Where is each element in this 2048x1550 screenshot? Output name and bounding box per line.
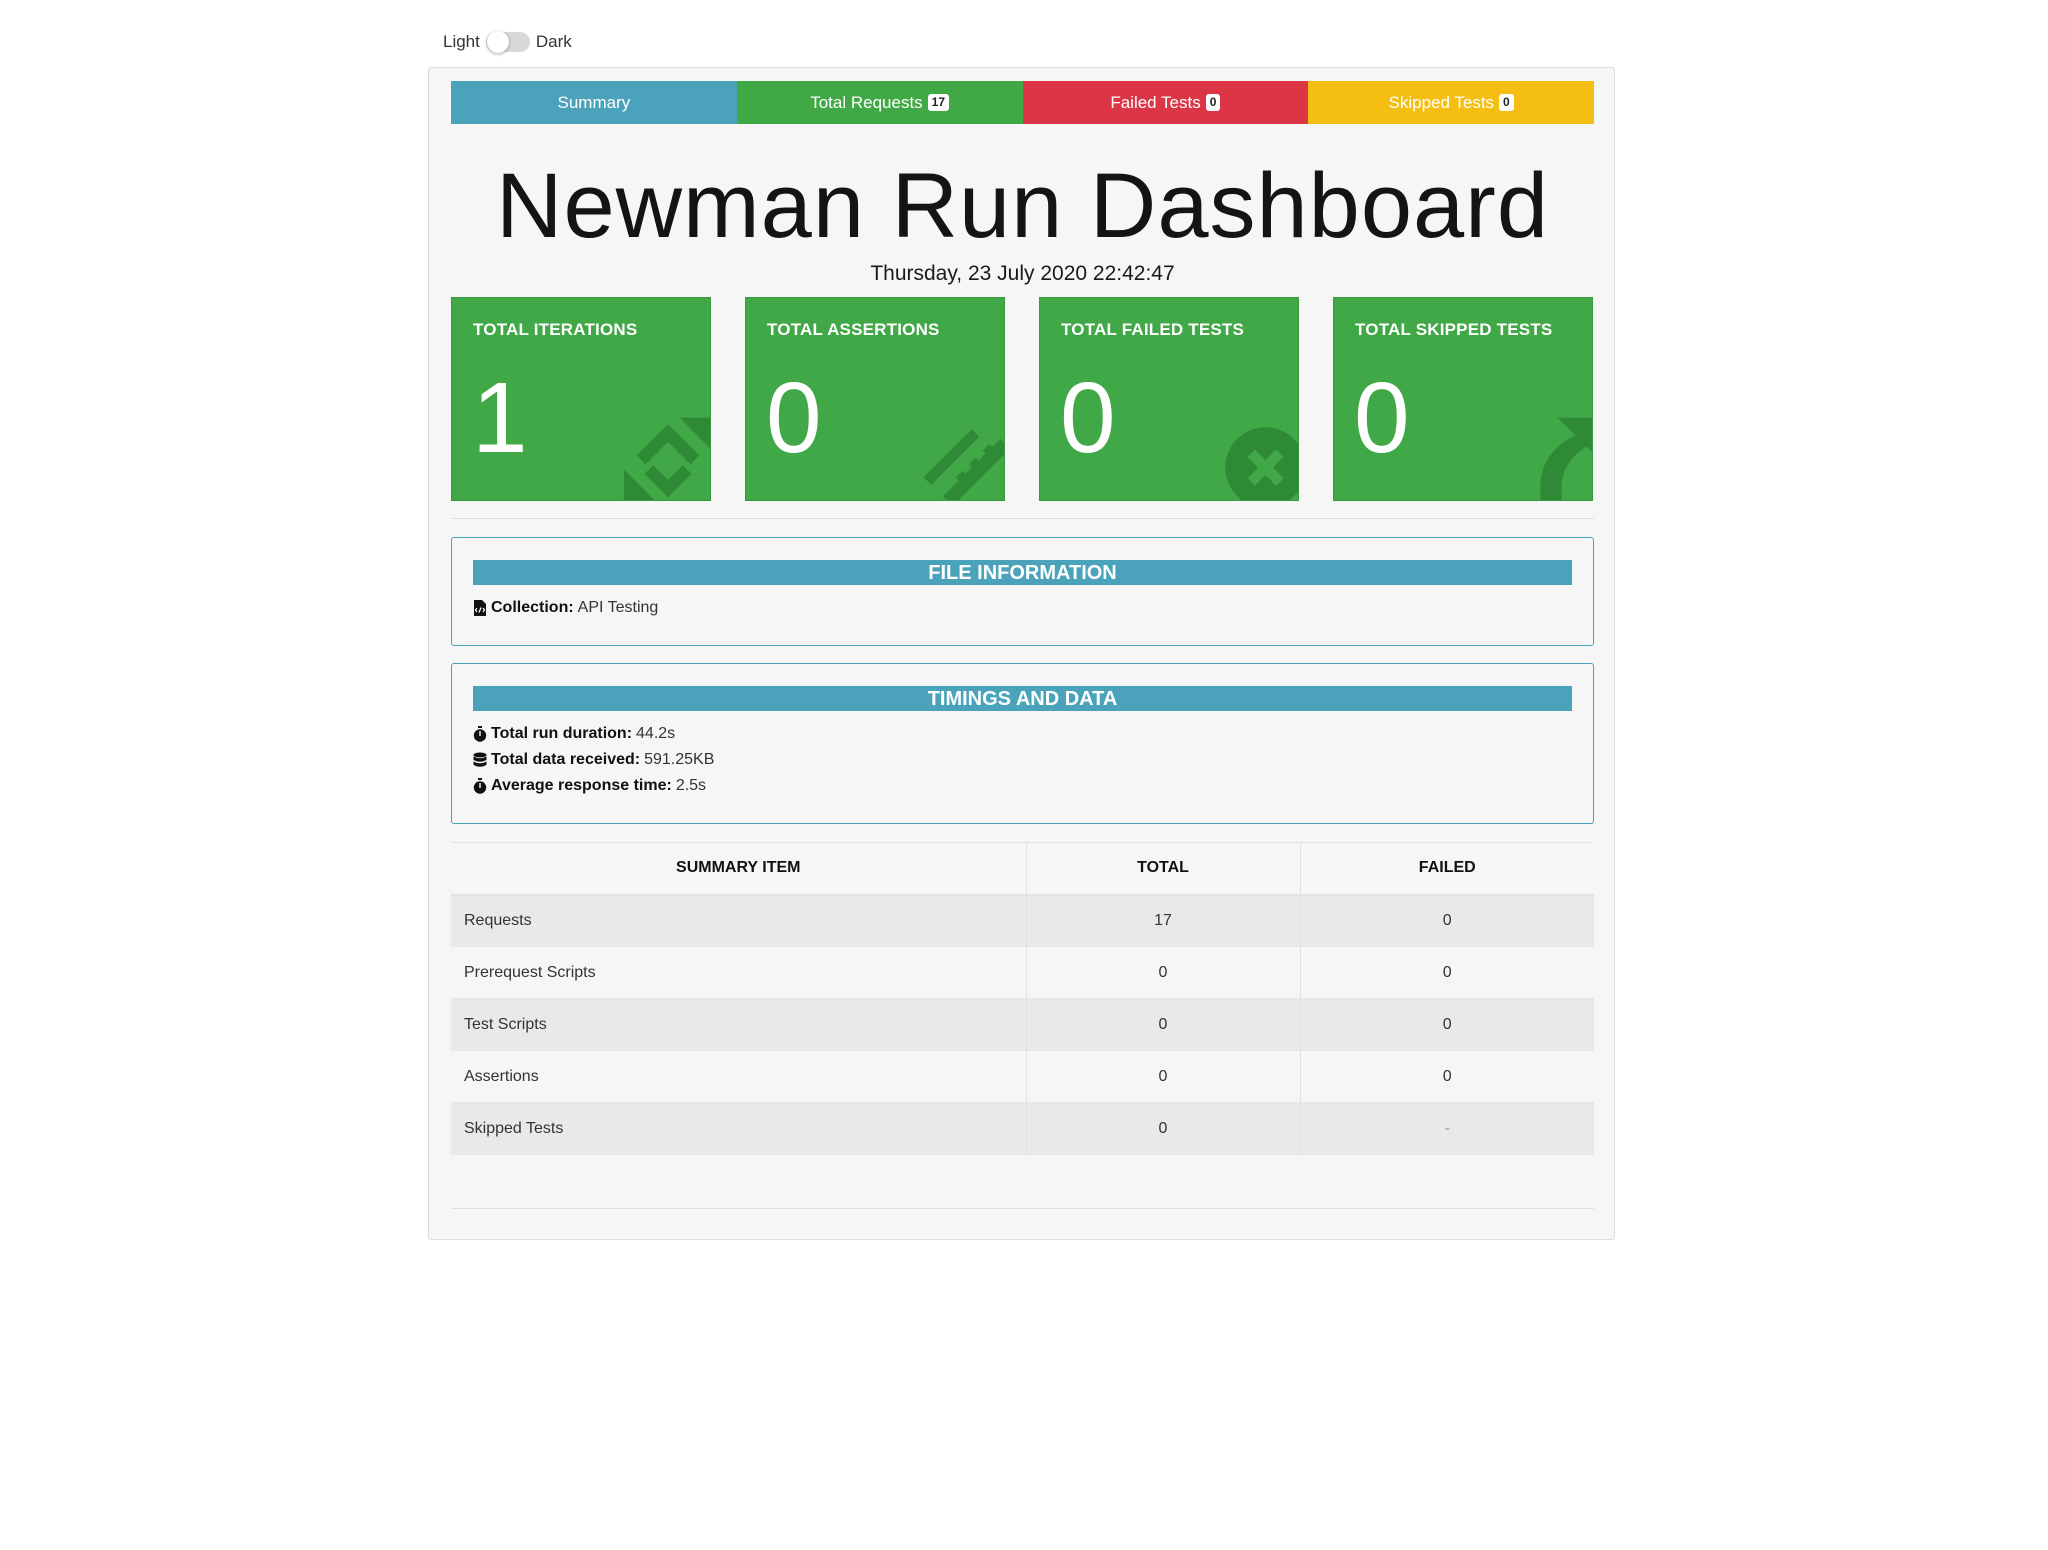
cell-failed: 0 xyxy=(1300,1050,1594,1103)
collection-row: Collection: API Testing xyxy=(473,599,658,617)
table-row: Requests 17 0 xyxy=(451,894,1594,947)
skipped-count-badge: 0 xyxy=(1499,94,1514,111)
file-information-heading: FILE INFORMATION xyxy=(473,560,1572,585)
section-divider xyxy=(451,518,1594,519)
timings-data-panel: TIMINGS AND DATA Total run duration: 44.… xyxy=(451,663,1594,824)
tab-skipped-tests-label: Skipped Tests xyxy=(1388,92,1495,112)
tab-failed-tests-label: Failed Tests xyxy=(1110,92,1201,112)
failed-count-badge: 0 xyxy=(1205,94,1221,111)
table-row: Test Scripts 0 0 xyxy=(451,998,1594,1051)
times-circle-icon xyxy=(1225,427,1298,500)
card-title: TOTAL SKIPPED TESTS xyxy=(1355,320,1553,339)
cell-total: 0 xyxy=(1026,998,1301,1051)
share-arrow-icon xyxy=(1540,417,1592,500)
dashboard-container: Summary Total Requests 17 Failed Tests 0… xyxy=(428,67,1615,1240)
total-run-duration-row: Total run duration: 44.2s xyxy=(473,725,675,743)
file-information-panel: FILE INFORMATION Collection: API Testing xyxy=(451,537,1594,646)
average-response-time-value: 2.5s xyxy=(675,777,707,794)
tab-total-requests[interactable]: Total Requests 17 xyxy=(736,81,1023,124)
table-row: Assertions 0 0 xyxy=(451,1050,1594,1103)
cell-total: 0 xyxy=(1026,946,1301,999)
stopwatch-icon xyxy=(473,778,487,794)
cell-failed: 0 xyxy=(1300,946,1594,999)
tab-failed-tests[interactable]: Failed Tests 0 xyxy=(1022,81,1309,124)
tab-skipped-tests[interactable]: Skipped Tests 0 xyxy=(1308,81,1594,124)
card-title: TOTAL ITERATIONS xyxy=(473,320,638,339)
pencil-ruler-icon xyxy=(923,429,1004,500)
cell-item: Prerequest Scripts xyxy=(451,946,1027,999)
cell-failed: 0 xyxy=(1300,894,1594,947)
table-header-row: SUMMARY ITEM TOTAL FAILED xyxy=(451,842,1594,896)
tab-summary-label: Summary xyxy=(557,92,631,112)
column-header-total: TOTAL xyxy=(1026,842,1301,896)
total-data-received-row: Total data received: 591.25KB xyxy=(473,751,714,769)
collection-value: API Testing xyxy=(577,599,659,616)
column-header-summary-item: SUMMARY ITEM xyxy=(451,842,1027,896)
column-header-failed: FAILED xyxy=(1300,842,1594,896)
collection-label: Collection: xyxy=(491,599,574,616)
theme-switch: Light Dark xyxy=(443,31,572,53)
card-value: 0 xyxy=(1060,362,1116,474)
average-response-time-label: Average response time: xyxy=(491,777,672,794)
run-date: Thursday, 23 July 2020 22:42:47 xyxy=(870,262,1175,285)
card-value: 0 xyxy=(1354,362,1410,474)
total-data-received-label: Total data received: xyxy=(491,751,641,768)
table-row: Prerequest Scripts 0 0 xyxy=(451,946,1594,999)
requests-count-badge: 17 xyxy=(927,94,950,111)
card-title: TOTAL FAILED TESTS xyxy=(1061,320,1245,339)
nav-tabs: Summary Total Requests 17 Failed Tests 0… xyxy=(451,81,1594,124)
theme-toggle[interactable] xyxy=(485,31,530,53)
cell-total: 0 xyxy=(1026,1050,1301,1103)
table-row: Skipped Tests 0 - xyxy=(451,1102,1594,1155)
cell-failed: - xyxy=(1300,1102,1594,1155)
total-run-duration-value: 44.2s xyxy=(636,725,676,742)
file-code-icon xyxy=(474,600,486,616)
total-data-received-value: 591.25KB xyxy=(644,751,715,768)
card-value: 1 xyxy=(472,362,528,474)
sync-icon xyxy=(623,417,710,500)
database-icon xyxy=(473,752,487,767)
average-response-time-row: Average response time: 2.5s xyxy=(473,777,706,795)
tab-summary[interactable]: Summary xyxy=(451,81,737,124)
timings-data-heading: TIMINGS AND DATA xyxy=(473,686,1572,711)
card-total-iterations: TOTAL ITERATIONS 1 xyxy=(451,297,711,501)
card-title: TOTAL ASSERTIONS xyxy=(767,320,940,339)
total-run-duration-label: Total run duration: xyxy=(491,725,633,742)
stopwatch-icon xyxy=(473,726,487,742)
cell-total: 17 xyxy=(1026,894,1301,947)
card-total-assertions: TOTAL ASSERTIONS 0 xyxy=(745,297,1005,501)
cell-item: Skipped Tests xyxy=(451,1102,1027,1155)
toggle-knob xyxy=(486,31,509,53)
footer-divider xyxy=(451,1208,1594,1209)
page-title: Newman Run Dashboard xyxy=(496,155,1549,257)
tab-total-requests-label: Total Requests xyxy=(810,92,923,112)
light-label: Light xyxy=(443,32,480,51)
cell-item: Requests xyxy=(451,894,1027,947)
dark-label: Dark xyxy=(535,32,572,51)
cell-total: 0 xyxy=(1026,1102,1301,1155)
card-total-skipped-tests: TOTAL SKIPPED TESTS 0 xyxy=(1333,297,1593,501)
cell-failed: 0 xyxy=(1300,998,1594,1051)
cell-item: Test Scripts xyxy=(451,998,1027,1051)
cell-item: Assertions xyxy=(451,1050,1027,1103)
card-total-failed-tests: TOTAL FAILED TESTS 0 xyxy=(1039,297,1299,501)
summary-table: SUMMARY ITEM TOTAL FAILED Requests 17 0 … xyxy=(451,842,1594,1155)
card-value: 0 xyxy=(766,362,822,474)
